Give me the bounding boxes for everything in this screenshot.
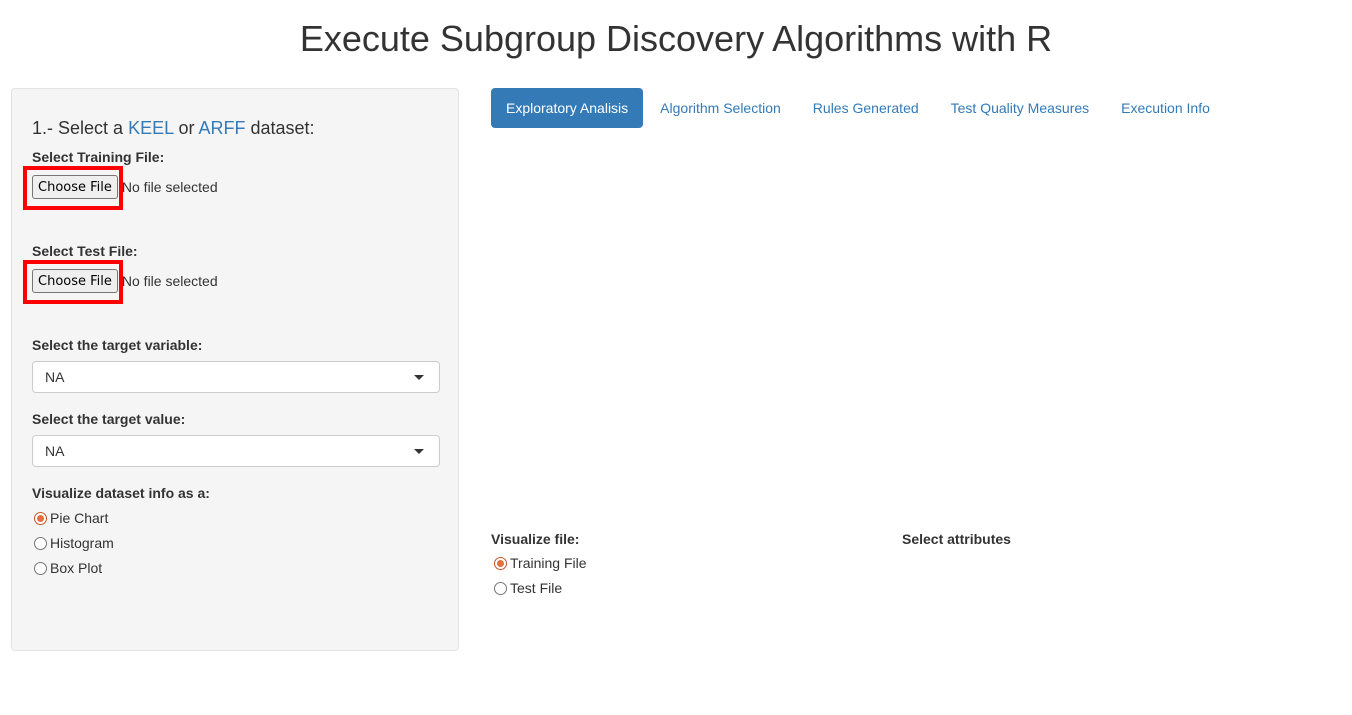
target-variable-value: NA (45, 369, 65, 385)
test-highlight-box (23, 260, 123, 304)
radio-label: Training File (510, 555, 587, 571)
radio-unchecked-icon (34, 536, 47, 550)
tab-exploratory-analisis[interactable]: Exploratory Analisis (491, 88, 644, 128)
main-tabs: Exploratory Analisis Algorithm Selection… (491, 88, 1227, 128)
caret-down-icon (414, 375, 424, 380)
arff-link[interactable]: ARFF (198, 118, 245, 138)
page-title: Execute Subgroup Discovery Algorithms wi… (299, 18, 1053, 59)
keel-link[interactable]: KEEL (128, 118, 173, 138)
training-highlight-box (23, 166, 123, 210)
target-variable-select[interactable]: NA (32, 361, 440, 393)
radio-unchecked-icon (494, 581, 507, 595)
training-file-status: No file selected (121, 179, 218, 195)
caret-down-icon (414, 449, 424, 454)
heading-suffix: dataset: (250, 118, 315, 138)
radio-unchecked-icon (34, 561, 47, 575)
test-file-label: Select Test File: (32, 243, 138, 259)
radio-checked-icon (494, 556, 507, 570)
training-file-label: Select Training File: (32, 149, 165, 165)
radio-pie-chart[interactable]: Pie Chart (34, 508, 108, 528)
select-attributes-label: Select attributes (902, 531, 1011, 547)
radio-label: Pie Chart (50, 510, 109, 526)
sidebar-panel: 1.- Select a KEEL or ARFF dataset: Selec… (11, 88, 459, 651)
test-file-status: No file selected (121, 273, 218, 289)
radio-label: Test File (510, 580, 563, 596)
heading-prefix: 1.- Select a (32, 118, 124, 138)
radio-test-file[interactable]: Test File (494, 578, 562, 598)
visualize-file-label: Visualize file: (491, 531, 580, 547)
heading-mid: or (178, 118, 195, 138)
tab-test-quality-measures[interactable]: Test Quality Measures (936, 88, 1105, 128)
radio-label: Box Plot (50, 560, 103, 576)
tab-execution-info[interactable]: Execution Info (1106, 88, 1225, 128)
radio-histogram[interactable]: Histogram (34, 533, 114, 553)
target-value-value: NA (45, 443, 65, 459)
radio-training-file[interactable]: Training File (494, 553, 587, 573)
radio-label: Histogram (50, 535, 114, 551)
visualize-dataset-label: Visualize dataset info as a: (32, 485, 210, 501)
dataset-heading: 1.- Select a KEEL or ARFF dataset: (32, 117, 315, 139)
radio-checked-icon (34, 511, 47, 525)
tab-algorithm-selection[interactable]: Algorithm Selection (645, 88, 796, 128)
target-variable-label: Select the target variable: (32, 337, 203, 353)
radio-box-plot[interactable]: Box Plot (34, 558, 102, 578)
tab-rules-generated[interactable]: Rules Generated (798, 88, 934, 128)
target-value-select[interactable]: NA (32, 435, 440, 467)
target-value-label: Select the target value: (32, 411, 186, 427)
